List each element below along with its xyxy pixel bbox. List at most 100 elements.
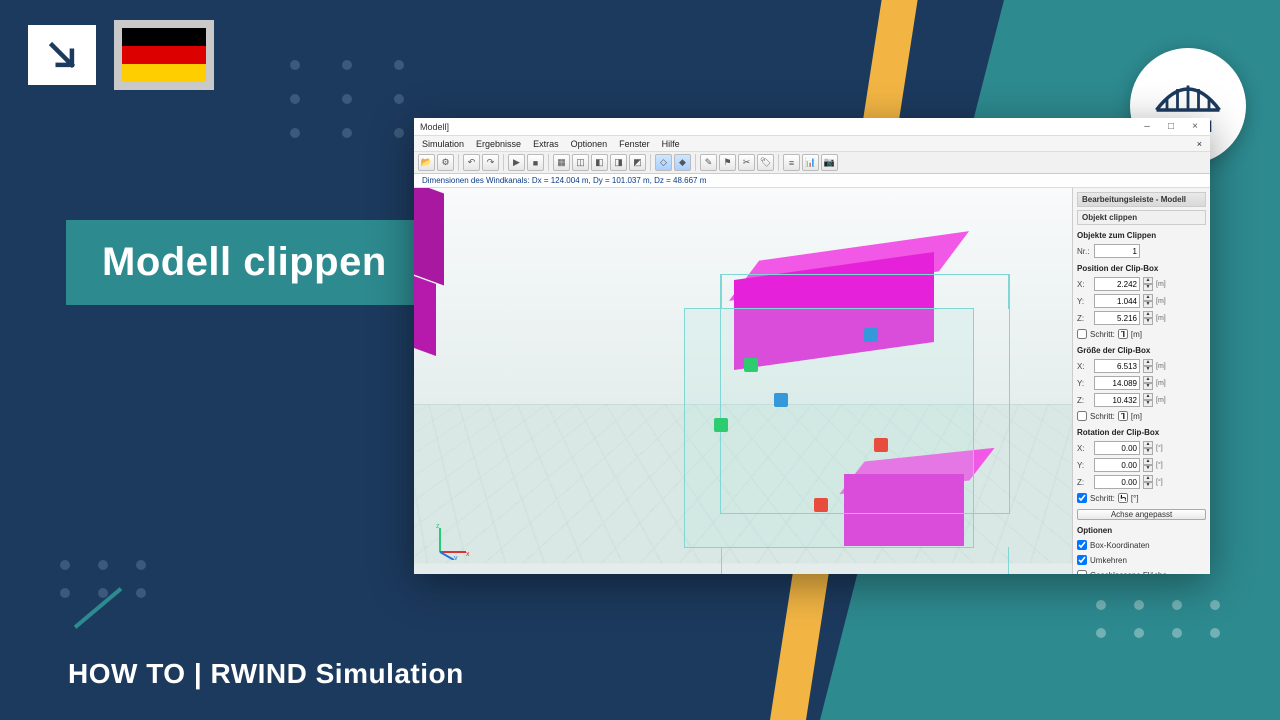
pos-x-label: X: bbox=[1077, 280, 1091, 289]
window-titlebar[interactable]: Modell] – □ × bbox=[414, 118, 1210, 136]
pos-step-input[interactable] bbox=[1118, 329, 1128, 339]
tb-flag-icon[interactable]: ⚑ bbox=[719, 154, 736, 171]
tb-sep bbox=[458, 154, 459, 171]
pos-y-input[interactable] bbox=[1094, 294, 1140, 308]
spinner-icon[interactable]: ▲▼ bbox=[1143, 458, 1153, 472]
pos-x-input[interactable] bbox=[1094, 277, 1140, 291]
rot-x-input[interactable] bbox=[1094, 441, 1140, 455]
spinner-icon[interactable]: ▲▼ bbox=[1143, 376, 1153, 390]
tb-sep bbox=[695, 154, 696, 171]
tb-undo-icon[interactable]: ↶ bbox=[463, 154, 480, 171]
gizmo-x-icon[interactable] bbox=[874, 438, 888, 452]
slide-footer: HOW TO | RWIND Simulation bbox=[68, 658, 464, 690]
slide-title-text: Modell clippen bbox=[102, 240, 387, 284]
svg-text:z: z bbox=[436, 523, 440, 530]
spinner-icon[interactable]: ▲▼ bbox=[1143, 359, 1153, 373]
axis-triad-icon: z x y bbox=[432, 520, 472, 560]
pos-step-check[interactable] bbox=[1077, 329, 1087, 339]
tb-cube-icon[interactable]: ◇ bbox=[655, 154, 672, 171]
decor-dots-top bbox=[290, 60, 408, 138]
menu-bar: Simulation Ergebnisse Extras Optionen Fe… bbox=[414, 136, 1210, 152]
status-line: Dimensionen des Windkanals: Dx = 124.004… bbox=[414, 174, 1210, 188]
objects-label: Objekte zum Clippen bbox=[1077, 230, 1206, 241]
toolbar: 📂 ⚙ ↶ ↷ ▶ ■ ▦ ◫ ◧ ◨ ◩ ◇ ◆ ✎ ⚑ ✂ 🏷 ≡ 📊 📷 bbox=[414, 152, 1210, 174]
tb-cam-icon[interactable]: 📷 bbox=[821, 154, 838, 171]
spinner-icon[interactable]: ▲▼ bbox=[1143, 441, 1153, 455]
spinner-icon[interactable]: ▲▼ bbox=[1143, 294, 1153, 308]
spinner-icon[interactable]: ▲▼ bbox=[1143, 475, 1153, 489]
spinner-icon[interactable]: ▲▼ bbox=[1143, 393, 1153, 407]
gizmo-rot-z-icon[interactable] bbox=[864, 328, 878, 342]
spinner-icon[interactable]: ▲▼ bbox=[1143, 277, 1153, 291]
tb-measure-icon[interactable]: ✎ bbox=[700, 154, 717, 171]
rot-step-check[interactable] bbox=[1077, 493, 1087, 503]
window-maximize-button[interactable]: □ bbox=[1162, 121, 1180, 133]
menu-options[interactable]: Optionen bbox=[571, 139, 608, 149]
german-flag-icon bbox=[114, 20, 214, 90]
tb-view4-icon[interactable]: ◨ bbox=[610, 154, 627, 171]
menu-window[interactable]: Fenster bbox=[619, 139, 650, 149]
panel-header: Bearbeitungsleiste - Modell bbox=[1077, 192, 1206, 207]
menu-simulation[interactable]: Simulation bbox=[422, 139, 464, 149]
tb-tag-icon[interactable]: 🏷 bbox=[757, 154, 774, 171]
svg-text:x: x bbox=[466, 551, 470, 558]
tb-run-icon[interactable]: ▶ bbox=[508, 154, 525, 171]
tb-stop-icon[interactable]: ■ bbox=[527, 154, 544, 171]
opt-closed-check[interactable] bbox=[1077, 570, 1087, 574]
tb-sep bbox=[503, 154, 504, 171]
axis-adjust-button[interactable]: Achse angepasst bbox=[1077, 509, 1206, 520]
window-title-text: Modell] bbox=[420, 122, 449, 132]
viewport-3d[interactable]: z x y bbox=[414, 188, 1072, 574]
nr-label: Nr.: bbox=[1077, 247, 1091, 256]
svg-text:y: y bbox=[454, 555, 458, 560]
tb-view2-icon[interactable]: ◫ bbox=[572, 154, 589, 171]
opt-invert-check[interactable] bbox=[1077, 555, 1087, 565]
tb-sep bbox=[548, 154, 549, 171]
size-step-check[interactable] bbox=[1077, 411, 1087, 421]
tb-view1-icon[interactable]: ▦ bbox=[553, 154, 570, 171]
size-step-input[interactable] bbox=[1118, 411, 1128, 421]
rot-z-input[interactable] bbox=[1094, 475, 1140, 489]
menu-help[interactable]: Hilfe bbox=[662, 139, 680, 149]
nr-input[interactable] bbox=[1094, 244, 1140, 258]
rot-y-input[interactable] bbox=[1094, 458, 1140, 472]
panel-section[interactable]: Objekt clippen bbox=[1077, 210, 1206, 225]
tb-chart-icon[interactable]: 📊 bbox=[802, 154, 819, 171]
model-block-top-side bbox=[414, 188, 444, 285]
tb-cut-icon[interactable]: ✂ bbox=[738, 154, 755, 171]
gizmo-z-icon[interactable] bbox=[774, 393, 788, 407]
tb-redo-icon[interactable]: ↷ bbox=[482, 154, 499, 171]
gizmo-rot-x-icon[interactable] bbox=[814, 498, 828, 512]
menu-extras[interactable]: Extras bbox=[533, 139, 559, 149]
spinner-icon[interactable]: ▲▼ bbox=[1143, 311, 1153, 325]
pos-y-label: Y: bbox=[1077, 297, 1091, 306]
decor-dots-bottom-right bbox=[1096, 600, 1220, 638]
tb-view3-icon[interactable]: ◧ bbox=[591, 154, 608, 171]
size-y-input[interactable] bbox=[1094, 376, 1140, 390]
tb-cube2-icon[interactable]: ◆ bbox=[674, 154, 691, 171]
tb-open-icon[interactable]: 📂 bbox=[418, 154, 435, 171]
tb-layers-icon[interactable]: ≡ bbox=[783, 154, 800, 171]
window-close-button[interactable]: × bbox=[1186, 121, 1204, 133]
gizmo-y-icon[interactable] bbox=[744, 358, 758, 372]
slide-title: Modell clippen bbox=[66, 220, 423, 305]
rot-step-input[interactable] bbox=[1118, 493, 1128, 503]
tb-view5-icon[interactable]: ◩ bbox=[629, 154, 646, 171]
size-title: Größe der Clip-Box bbox=[1077, 345, 1206, 356]
window-minimize-button[interactable]: – bbox=[1138, 121, 1156, 133]
size-z-input[interactable] bbox=[1094, 393, 1140, 407]
model-block-bottom-side bbox=[414, 276, 436, 356]
tb-sep bbox=[650, 154, 651, 171]
tb-gear-icon[interactable]: ⚙ bbox=[437, 154, 454, 171]
opt-boxcoords-check[interactable] bbox=[1077, 540, 1087, 550]
position-title: Position der Clip-Box bbox=[1077, 263, 1206, 274]
rotation-title: Rotation der Clip-Box bbox=[1077, 427, 1206, 438]
size-x-input[interactable] bbox=[1094, 359, 1140, 373]
model-block-bottom bbox=[844, 474, 964, 546]
ground-grid bbox=[414, 404, 1072, 564]
menu-results[interactable]: Ergebnisse bbox=[476, 139, 521, 149]
gizmo-rot-y-icon[interactable] bbox=[714, 418, 728, 432]
tb-sep bbox=[778, 154, 779, 171]
pos-z-input[interactable] bbox=[1094, 311, 1140, 325]
inner-close-button[interactable]: × bbox=[1197, 139, 1202, 149]
